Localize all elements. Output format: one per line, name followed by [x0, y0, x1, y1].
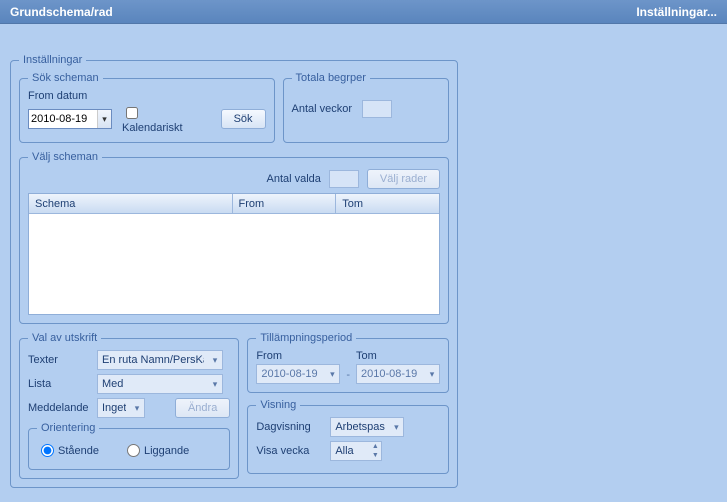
- tp-from-label: From: [256, 350, 340, 362]
- kalendariskt-checkbox[interactable]: [126, 107, 138, 119]
- main-fieldset: Inställningar Sök scheman From datum ▾ K…: [10, 54, 458, 488]
- antal-valda-value: [329, 170, 359, 188]
- main-legend: Inställningar: [19, 54, 86, 66]
- col-header-schema[interactable]: Schema: [29, 194, 233, 213]
- orientering-fieldset: Orientering Stående Liggande: [28, 422, 230, 470]
- col-header-tom[interactable]: Tom: [336, 194, 439, 213]
- kalendariskt-label[interactable]: Kalendariskt: [122, 104, 201, 134]
- staende-option[interactable]: Stående: [41, 444, 99, 457]
- lista-field[interactable]: [98, 375, 208, 393]
- from-datum-label: From datum: [28, 90, 266, 102]
- visa-vecka-label: Visa vecka: [256, 445, 326, 457]
- orient-legend: Orientering: [37, 422, 99, 434]
- utskrift-legend: Val av utskrift: [28, 332, 101, 344]
- sok-scheman-fieldset: Sök scheman From datum ▾ Kalendariskt: [19, 72, 275, 143]
- meddelande-label: Meddelande: [28, 402, 93, 414]
- texter-dropdown-icon[interactable]: ▾: [208, 351, 222, 369]
- liggande-option[interactable]: Liggande: [127, 444, 189, 457]
- liggande-radio[interactable]: [127, 444, 140, 457]
- staende-radio[interactable]: [41, 444, 54, 457]
- tp-from-field[interactable]: [257, 365, 325, 383]
- from-datum-field[interactable]: [29, 110, 97, 128]
- lista-dropdown-icon[interactable]: ▾: [208, 375, 222, 393]
- visning-fieldset: Visning Dagvisning ▾ Visa vecka: [247, 399, 449, 474]
- valj-rader-button[interactable]: Välj rader: [367, 169, 440, 189]
- lista-combo[interactable]: ▾: [97, 374, 223, 394]
- dagvisning-dropdown-icon[interactable]: ▾: [389, 418, 403, 436]
- antal-veckor-label: Antal veckor: [292, 103, 353, 115]
- totala-fieldset: Totala begrper Antal veckor: [283, 72, 449, 143]
- visa-vecka-up-icon[interactable]: ▲: [369, 442, 381, 451]
- kalendariskt-text: Kalendariskt: [122, 122, 183, 134]
- window-title: Grundschema/rad: [10, 0, 113, 23]
- val-av-utskrift-fieldset: Val av utskrift Texter ▾ Lista ▾: [19, 332, 239, 479]
- meddelande-field[interactable]: [98, 399, 130, 417]
- valj-scheman-fieldset: Välj scheman Antal valda Välj rader Sche…: [19, 151, 449, 324]
- visning-legend: Visning: [256, 399, 300, 411]
- valj-legend: Välj scheman: [28, 151, 102, 163]
- visa-vecka-field[interactable]: [331, 442, 369, 460]
- tp-dash: -: [346, 369, 350, 384]
- andra-button[interactable]: Ändra: [175, 398, 230, 418]
- dagvisning-field[interactable]: [331, 418, 389, 436]
- texter-label: Texter: [28, 354, 93, 366]
- sok-button[interactable]: Sök: [221, 109, 266, 129]
- schema-grid[interactable]: Schema From Tom: [28, 193, 440, 315]
- texter-combo[interactable]: ▾: [97, 350, 223, 370]
- from-datum-input[interactable]: ▾: [28, 109, 112, 129]
- tillampningsperiod-fieldset: Tillämpningsperiod From ▾ - Tom: [247, 332, 449, 393]
- staende-text: Stående: [58, 445, 99, 457]
- sok-legend: Sök scheman: [28, 72, 103, 84]
- tillamp-legend: Tillämpningsperiod: [256, 332, 356, 344]
- meddelande-combo[interactable]: ▾: [97, 398, 145, 418]
- visa-vecka-down-icon[interactable]: ▼: [369, 451, 381, 460]
- col-header-from[interactable]: From: [233, 194, 337, 213]
- texter-field[interactable]: [98, 351, 208, 369]
- dagvisning-combo[interactable]: ▾: [330, 417, 404, 437]
- lista-label: Lista: [28, 378, 93, 390]
- antal-valda-label: Antal valda: [266, 173, 320, 185]
- antal-veckor-value: [362, 100, 392, 118]
- tp-tom-label: Tom: [356, 350, 440, 362]
- settings-link[interactable]: Inställningar...: [636, 0, 717, 23]
- tp-tom-field[interactable]: [357, 365, 425, 383]
- tp-from-dropdown-icon[interactable]: ▾: [325, 365, 339, 383]
- tp-tom-input[interactable]: ▾: [356, 364, 440, 384]
- visa-vecka-spinner[interactable]: ▲ ▼: [330, 441, 382, 461]
- tp-from-input[interactable]: ▾: [256, 364, 340, 384]
- totala-legend: Totala begrper: [292, 72, 370, 84]
- liggande-text: Liggande: [144, 445, 189, 457]
- meddelande-dropdown-icon[interactable]: ▾: [130, 399, 144, 417]
- tp-tom-dropdown-icon[interactable]: ▾: [425, 365, 439, 383]
- dagvisning-label: Dagvisning: [256, 421, 326, 433]
- from-datum-dropdown-icon[interactable]: ▾: [97, 110, 111, 128]
